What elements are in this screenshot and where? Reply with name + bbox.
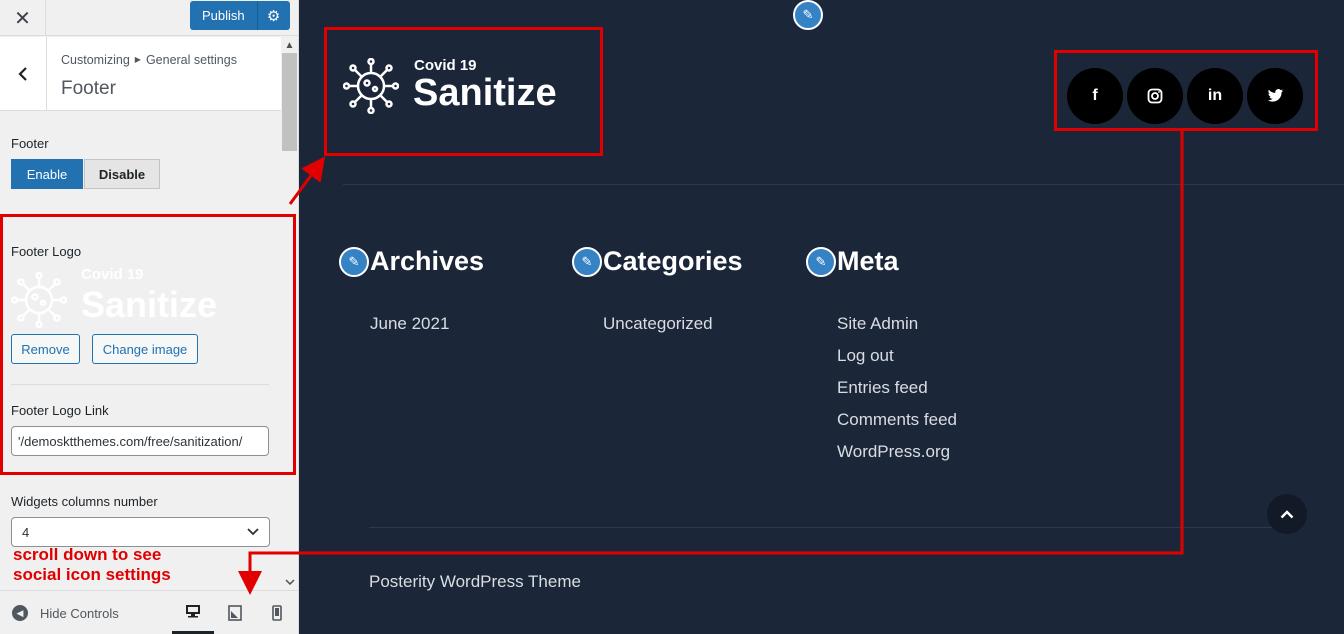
change-image-button[interactable]: Change image <box>92 334 198 364</box>
widgets-columns-label: Widgets columns number <box>11 494 158 509</box>
edit-shortcut-icon[interactable]: ✎ <box>806 247 836 277</box>
gear-icon: ⚙ <box>266 7 281 25</box>
linkedin-link[interactable]: in <box>1187 68 1243 124</box>
widget-link[interactable]: June 2021 <box>370 314 449 334</box>
scroll-thumb[interactable] <box>282 53 297 151</box>
logo-small-text: Covid 19 <box>81 266 144 283</box>
footer-toggle: Enable Disable <box>11 159 160 189</box>
section-title: Footer <box>61 78 116 99</box>
breadcrumb-separator-icon: ▶ <box>134 55 141 64</box>
footer-logo-link-input[interactable]: '/demosktthemes.com/free/sanitization/ <box>11 426 269 456</box>
publish-button[interactable]: Publish <box>190 1 258 30</box>
desktop-preview-button[interactable] <box>172 591 214 634</box>
divider <box>11 384 269 385</box>
back-to-top-button[interactable] <box>1267 494 1307 534</box>
scroll-down-icon[interactable] <box>281 574 298 590</box>
widget-link[interactable]: Log out <box>837 346 894 366</box>
widget-title-meta: Meta <box>837 246 899 276</box>
breadcrumb-child: General settings <box>145 53 237 67</box>
publish-group: Publish ⚙ <box>190 1 290 30</box>
customizer-header: ✕ Publish ⚙ <box>0 0 298 36</box>
widget-link[interactable]: WordPress.org <box>837 442 950 462</box>
enable-button[interactable]: Enable <box>11 159 83 189</box>
footer-divider-bottom <box>369 527 1279 528</box>
mobile-icon <box>272 605 282 621</box>
footer-logo-preview: Covid 19 Sanitize <box>11 266 251 328</box>
widgets-columns-select[interactable]: 4 <box>11 517 270 547</box>
chevron-up-icon <box>1280 509 1294 518</box>
instagram-icon <box>1147 88 1163 104</box>
annotation-text: scroll down to see social icon settings <box>13 545 171 585</box>
customizer-footer: ◀ Hide Controls <box>0 590 298 634</box>
breadcrumb: Customizing ▶ General settings <box>61 53 237 67</box>
chevron-left-icon <box>18 66 27 81</box>
edit-shortcut-icon[interactable]: ✎ <box>572 247 602 277</box>
site-preview: ✎ Covid 19 Sanitize f in ✎ Archives June… <box>299 0 1344 634</box>
virus-icon <box>343 58 399 114</box>
footer-divider-top <box>343 184 1344 185</box>
customizer-sidebar: ✕ Publish ⚙ Customizing ▶ General settings… <box>0 0 299 634</box>
widget-link[interactable]: Entries feed <box>837 378 928 398</box>
twitter-link[interactable] <box>1247 68 1303 124</box>
mobile-preview-button[interactable] <box>256 591 298 634</box>
back-button[interactable] <box>0 37 47 110</box>
facebook-icon: f <box>1092 87 1098 104</box>
desktop-icon <box>186 605 200 618</box>
annotation-line-1: scroll down to see <box>13 545 162 564</box>
twitter-icon <box>1267 89 1283 102</box>
linkedin-icon: in <box>1207 87 1223 104</box>
disable-button[interactable]: Disable <box>84 159 160 189</box>
chevron-down-icon <box>247 528 259 536</box>
sidebar-scrollbar[interactable]: ▲ <box>281 37 298 590</box>
footer-credit[interactable]: Posterity WordPress Theme <box>369 572 581 592</box>
preview-logo-big-text[interactable]: Sanitize <box>413 72 557 115</box>
hide-controls-label: Hide Controls <box>40 605 119 621</box>
hide-controls-button[interactable]: ◀ Hide Controls <box>12 591 119 634</box>
widget-title-archives: Archives <box>370 246 485 276</box>
footer-logo-link-label: Footer Logo Link <box>11 403 109 418</box>
instagram-link[interactable] <box>1127 68 1183 124</box>
annotation-line-2: social icon settings <box>13 565 171 584</box>
section-header: Customizing ▶ General settings Footer <box>0 37 281 111</box>
tablet-preview-button[interactable] <box>214 591 256 634</box>
edit-shortcut-icon[interactable]: ✎ <box>339 247 369 277</box>
tablet-icon <box>228 605 242 621</box>
collapse-icon: ◀ <box>12 605 28 621</box>
logo-big-text: Sanitize <box>81 284 218 325</box>
footer-logo-label: Footer Logo <box>11 244 82 259</box>
remove-logo-button[interactable]: Remove <box>11 334 80 364</box>
breadcrumb-parent: Customizing <box>61 53 130 67</box>
edit-shortcut-icon[interactable]: ✎ <box>793 0 823 30</box>
widget-title-categories: Categories <box>603 246 743 276</box>
widget-link[interactable]: Comments feed <box>837 410 957 430</box>
publish-settings-button[interactable]: ⚙ <box>257 1 290 30</box>
close-customizer-button[interactable]: ✕ <box>0 0 46 36</box>
facebook-link[interactable]: f <box>1067 68 1123 124</box>
scroll-up-icon[interactable]: ▲ <box>281 37 298 53</box>
widget-link[interactable]: Uncategorized <box>603 314 713 334</box>
select-value: 4 <box>22 524 30 540</box>
footer-toggle-label: Footer <box>11 136 49 151</box>
virus-icon <box>11 272 67 328</box>
widget-link[interactable]: Site Admin <box>837 314 918 334</box>
